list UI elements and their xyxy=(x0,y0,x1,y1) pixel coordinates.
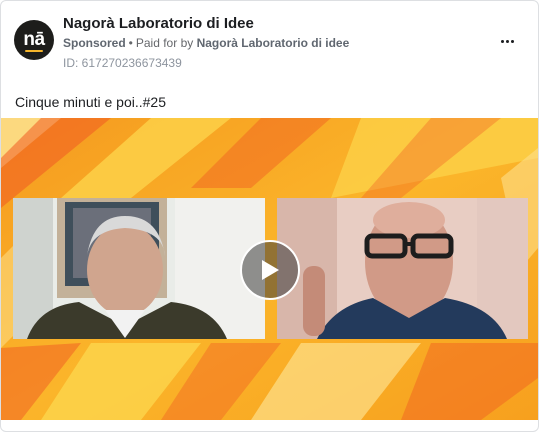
paid-for-prefix: Paid for by xyxy=(135,36,194,50)
more-horizontal-icon-dot xyxy=(510,39,514,43)
play-icon xyxy=(262,260,279,280)
paid-for-name-link[interactable]: Nagorà Laboratorio di idee xyxy=(197,36,350,50)
sponsored-line: Sponsored • Paid for by Nagorà Laboratorio… xyxy=(63,36,349,50)
ad-id: ID: 617270236673439 xyxy=(63,56,182,70)
video-left-speaker-frame xyxy=(13,198,265,339)
sponsored-label: Sponsored xyxy=(63,36,126,50)
avatar-logo-text: nā xyxy=(23,28,45,50)
ad-post-card: nā Nagorà Laboratorio di Idee Sponsored •… xyxy=(0,0,539,432)
video-right-speaker-frame xyxy=(277,198,528,339)
more-horizontal-icon-dot xyxy=(505,39,509,43)
page-avatar[interactable]: nā xyxy=(14,20,54,60)
play-button[interactable] xyxy=(240,240,300,300)
more-options-button[interactable] xyxy=(495,31,519,51)
page-name-link[interactable]: Nagorà Laboratorio di Idee xyxy=(63,15,254,32)
post-caption: Cinque minuti e poi..#25 xyxy=(15,94,166,110)
avatar-logo-underline xyxy=(25,50,43,52)
video-player[interactable] xyxy=(1,118,538,420)
more-horizontal-icon xyxy=(500,39,504,43)
separator-dot: • xyxy=(128,36,133,50)
